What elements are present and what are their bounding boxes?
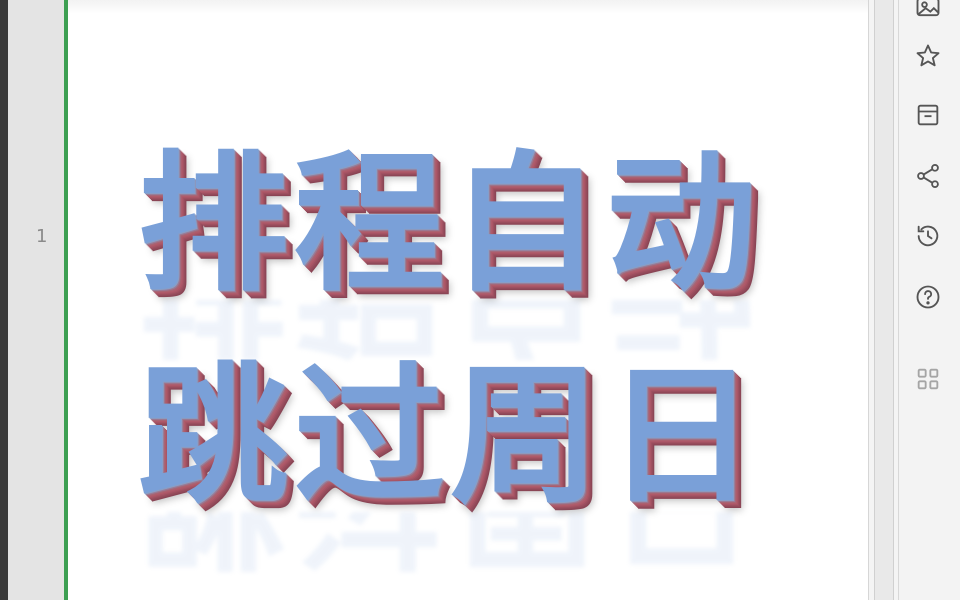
history-icon[interactable]	[911, 219, 945, 253]
row-header-column: 1	[8, 0, 67, 600]
window-left-edge	[0, 0, 8, 600]
word-art-reflection-2: 跳过周日	[138, 512, 818, 572]
archive-icon[interactable]	[911, 98, 945, 132]
vertical-scrollbar[interactable]	[874, 0, 894, 600]
word-art-line-1[interactable]: 排程自动	[138, 150, 818, 300]
image-icon[interactable]	[911, 0, 945, 24]
help-icon[interactable]	[911, 280, 945, 314]
row-number-1[interactable]: 1	[36, 226, 47, 247]
grid-icon[interactable]	[911, 362, 945, 396]
right-sidebar	[898, 0, 960, 600]
app-window: 1 排程自动 排程自动 跳过周日 跳过周日	[0, 0, 960, 600]
word-art-line-2[interactable]: 跳过周日	[138, 362, 818, 512]
star-icon[interactable]	[911, 39, 945, 73]
share-icon[interactable]	[911, 159, 945, 193]
sheet-top-strip	[68, 0, 868, 14]
sheet-canvas[interactable]: 排程自动 排程自动 跳过周日 跳过周日	[68, 0, 868, 600]
